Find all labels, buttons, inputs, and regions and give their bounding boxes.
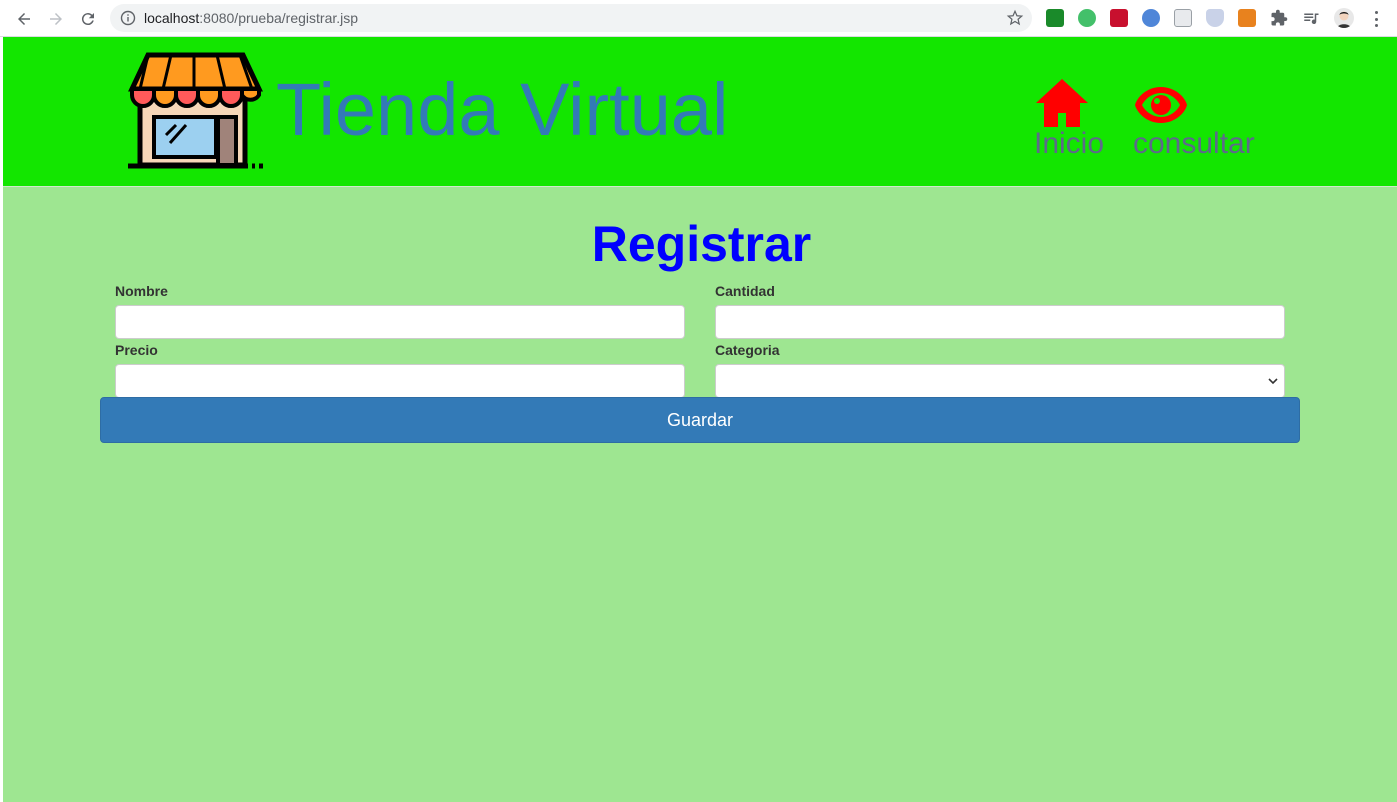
forward-button[interactable] bbox=[44, 7, 68, 31]
media-icon[interactable] bbox=[1302, 9, 1320, 27]
nav-inicio-link[interactable]: Inicio bbox=[1034, 77, 1104, 159]
forward-arrow-icon bbox=[50, 13, 62, 25]
store-logo-icon bbox=[128, 52, 263, 169]
address-bar[interactable]: localhost:8080/prueba/registrar.jsp bbox=[110, 4, 1032, 32]
fox-extension-icon[interactable] bbox=[1238, 9, 1256, 27]
precio-label: Precio bbox=[115, 342, 158, 358]
home-icon bbox=[1036, 79, 1088, 127]
cantidad-label: Cantidad bbox=[715, 283, 775, 299]
extension-icon-4[interactable] bbox=[1142, 9, 1160, 27]
browser-toolbar: localhost:8080/prueba/registrar.jsp bbox=[0, 0, 1397, 37]
page-body: Tienda Virtual Inicio consultar Registra… bbox=[0, 37, 1397, 802]
reload-button[interactable] bbox=[76, 7, 100, 31]
nav-consultar-link[interactable]: consultar bbox=[1133, 77, 1255, 159]
chevron-down-icon bbox=[1268, 378, 1278, 385]
extension-icon-6[interactable] bbox=[1206, 9, 1224, 27]
reload-icon bbox=[81, 13, 94, 26]
cantidad-input[interactable] bbox=[715, 305, 1285, 339]
extension-icon-1[interactable] bbox=[1046, 9, 1064, 27]
site-header: Tienda Virtual Inicio consultar bbox=[3, 37, 1397, 187]
categoria-select[interactable] bbox=[715, 364, 1285, 398]
extension-icon-3[interactable] bbox=[1110, 9, 1128, 27]
form-title: Registrar bbox=[591, 216, 812, 272]
guardar-button[interactable]: Guardar bbox=[100, 397, 1300, 443]
nombre-label: Nombre bbox=[115, 283, 168, 299]
nombre-input[interactable] bbox=[115, 305, 685, 339]
url-path: :8080/prueba/registrar.jsp bbox=[199, 10, 359, 26]
avatar-face-icon bbox=[1337, 11, 1351, 28]
puzzle-icon[interactable] bbox=[1270, 9, 1288, 27]
extension-icon-2[interactable] bbox=[1078, 9, 1096, 27]
nav-consultar-label: consultar bbox=[1133, 127, 1255, 160]
categoria-label: Categoria bbox=[715, 342, 780, 358]
bookmark-star-icon[interactable] bbox=[1006, 9, 1024, 27]
menu-dots-icon[interactable] bbox=[1368, 9, 1384, 29]
back-button[interactable] bbox=[12, 7, 36, 31]
info-icon[interactable] bbox=[120, 10, 136, 26]
back-arrow-icon bbox=[18, 13, 30, 25]
url-text: localhost:8080/prueba/registrar.jsp bbox=[144, 10, 358, 26]
url-host: localhost bbox=[144, 10, 200, 26]
nav-inicio-label: Inicio bbox=[1034, 127, 1105, 160]
precio-input[interactable] bbox=[115, 364, 685, 398]
site-brand[interactable]: Tienda Virtual bbox=[276, 70, 729, 150]
extension-icon-5[interactable] bbox=[1174, 9, 1192, 27]
eye-icon bbox=[1135, 87, 1187, 123]
profile-avatar[interactable] bbox=[1334, 8, 1354, 28]
